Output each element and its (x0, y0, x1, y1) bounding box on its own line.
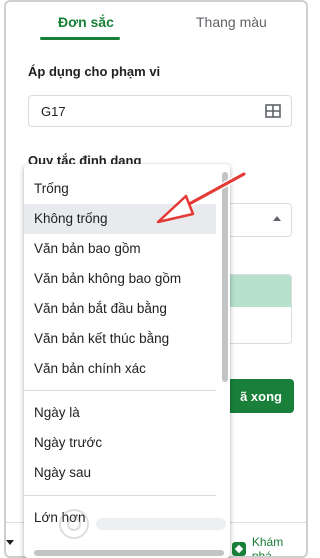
tab-single-color[interactable]: Đơn sắc (58, 14, 114, 30)
active-tab-indicator (40, 37, 120, 40)
condition-dropdown-menu: Trống Không trống Văn bản bao gồm Văn bả… (24, 164, 230, 558)
menu-item-date-is[interactable]: Ngày là (24, 398, 216, 428)
horizontal-scrollbar[interactable] (34, 550, 224, 556)
menu-item-date-before[interactable]: Ngày trước (24, 428, 216, 458)
menu-item-text-contains[interactable]: Văn bản bao gồm (24, 234, 216, 264)
menu-item-text-exactly[interactable]: Văn bản chính xác (24, 354, 216, 384)
apply-range-label: Áp dụng cho phạm vi (28, 64, 161, 79)
range-input[interactable]: G17 (28, 95, 292, 127)
explore-button[interactable]: Khám phá (232, 535, 306, 558)
explore-label: Khám phá (251, 535, 284, 558)
menu-item-text-starts-with[interactable]: Văn bản bắt đầu bằng (24, 294, 216, 324)
caret-up-icon (273, 216, 281, 221)
range-value: G17 (41, 104, 66, 119)
menu-separator (24, 390, 216, 391)
menu-item-empty[interactable]: Trống (24, 174, 216, 204)
menu-item-text-ends-with[interactable]: Văn bản kết thúc bằng (24, 324, 216, 354)
caret-down-icon[interactable] (6, 540, 14, 545)
menu-item-text-not-contains[interactable]: Văn bản không bao gồm (24, 264, 216, 294)
grid-icon[interactable] (265, 103, 281, 119)
menu-scrollbar[interactable] (222, 172, 228, 382)
menu-item-not-empty[interactable]: Không trống (24, 204, 216, 234)
tab-bar: Đơn sắc Thang màu (6, 2, 306, 44)
explore-icon (232, 542, 246, 556)
watermark-logo-icon (59, 509, 226, 539)
menu-separator (24, 495, 216, 496)
tab-color-scale[interactable]: Thang màu (196, 14, 267, 30)
menu-item-date-after[interactable]: Ngày sau (24, 458, 216, 488)
